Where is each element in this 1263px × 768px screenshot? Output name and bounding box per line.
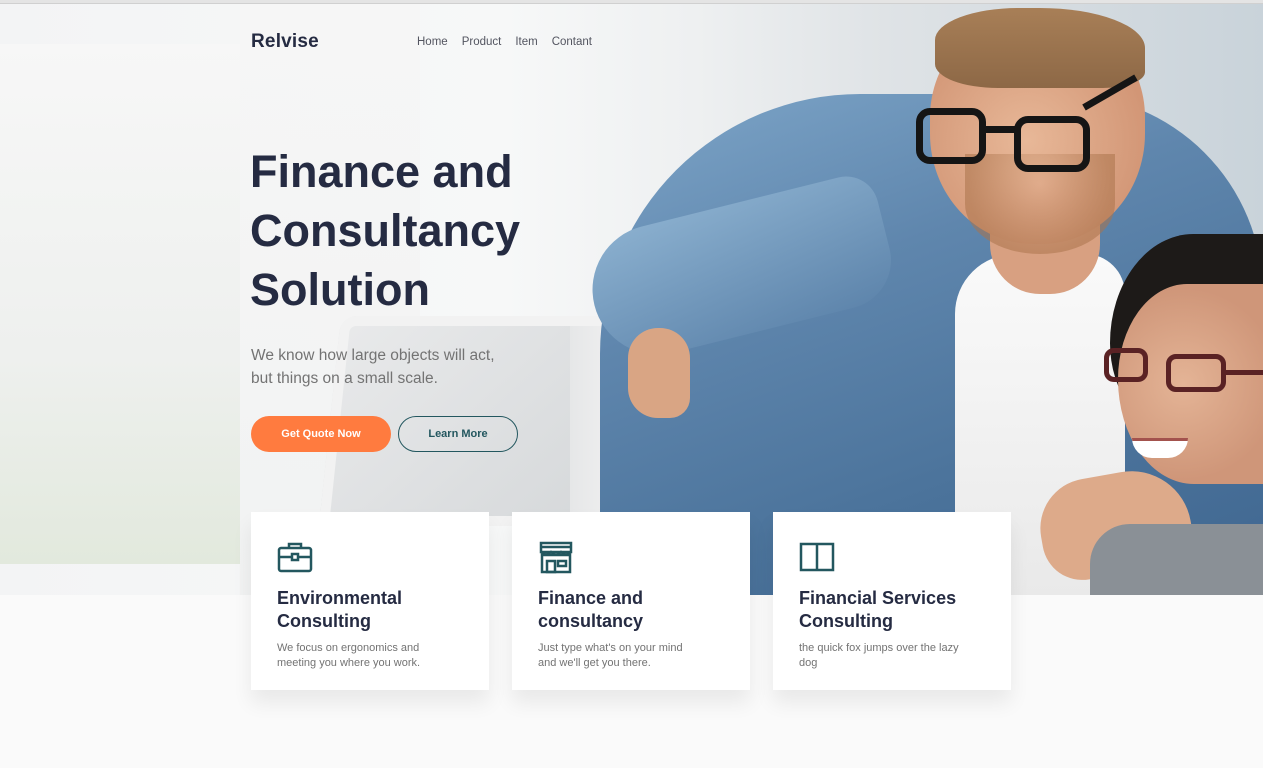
hero-description-line: but things on a small scale. bbox=[251, 370, 438, 387]
hero-description: We know how large objects will act, but … bbox=[251, 344, 551, 390]
card-description-line: and we'll get you there. bbox=[538, 657, 651, 669]
card-description: the quick fox jumps over the lazy dog bbox=[799, 641, 985, 671]
card-title: Financial Services Consulting bbox=[799, 587, 985, 633]
card-title-line: consultancy bbox=[538, 611, 644, 631]
hero-image bbox=[0, 4, 1263, 595]
service-card-environmental[interactable]: Environmental Consulting We focus on erg… bbox=[251, 512, 489, 690]
nav-home[interactable]: Home bbox=[417, 36, 448, 48]
card-description-line: meeting you where you work. bbox=[277, 657, 421, 669]
card-title-line: Financial Services bbox=[799, 588, 957, 608]
card-title: Environmental Consulting bbox=[277, 587, 463, 633]
card-title: Finance and consultancy bbox=[538, 587, 724, 633]
man-hair bbox=[935, 8, 1145, 88]
card-description-line: the quick fox jumps over the lazy bbox=[799, 642, 959, 654]
card-title-line: Finance and bbox=[538, 588, 644, 608]
learn-more-button[interactable]: Learn More bbox=[398, 416, 518, 452]
background-blur-left bbox=[0, 44, 240, 564]
card-description-line: dog bbox=[799, 657, 818, 669]
man-glasses bbox=[916, 74, 1138, 174]
woman-glasses bbox=[1104, 344, 1263, 404]
hero-title-line: Solution bbox=[250, 264, 430, 315]
nav-product[interactable]: Product bbox=[462, 36, 502, 48]
brand-logo[interactable]: Relvise bbox=[251, 31, 319, 53]
service-card-financial-services[interactable]: Financial Services Consulting the quick … bbox=[773, 512, 1011, 690]
woman-body bbox=[1090, 524, 1263, 595]
get-quote-button[interactable]: Get Quote Now bbox=[251, 416, 391, 452]
card-description: Just type what's on your mind and we'll … bbox=[538, 641, 724, 671]
nav-contact[interactable]: Contant bbox=[552, 36, 592, 48]
card-description-line: We focus on ergonomics and bbox=[277, 642, 420, 654]
hero-title-line: Consultancy bbox=[250, 205, 521, 256]
card-title-line: Consulting bbox=[277, 611, 371, 631]
service-card-finance[interactable]: Finance and consultancy Just type what's… bbox=[512, 512, 750, 690]
card-description-line: Just type what's on your mind bbox=[538, 642, 683, 654]
hero-title-line: Finance and bbox=[250, 146, 513, 197]
briefcase-icon bbox=[277, 542, 313, 573]
main-nav: Home Product Item Contant bbox=[417, 36, 592, 48]
card-title-line: Environmental bbox=[277, 588, 403, 608]
nav-item[interactable]: Item bbox=[515, 36, 537, 48]
hero-description-line: We know how large objects will act, bbox=[251, 347, 495, 364]
card-description: We focus on ergonomics and meeting you w… bbox=[277, 641, 463, 671]
man-hand bbox=[628, 328, 690, 418]
book-icon bbox=[799, 542, 835, 572]
card-title-line: Consulting bbox=[799, 611, 893, 631]
hero-title: Finance and Consultancy Solution bbox=[250, 142, 590, 319]
store-icon bbox=[539, 541, 573, 574]
